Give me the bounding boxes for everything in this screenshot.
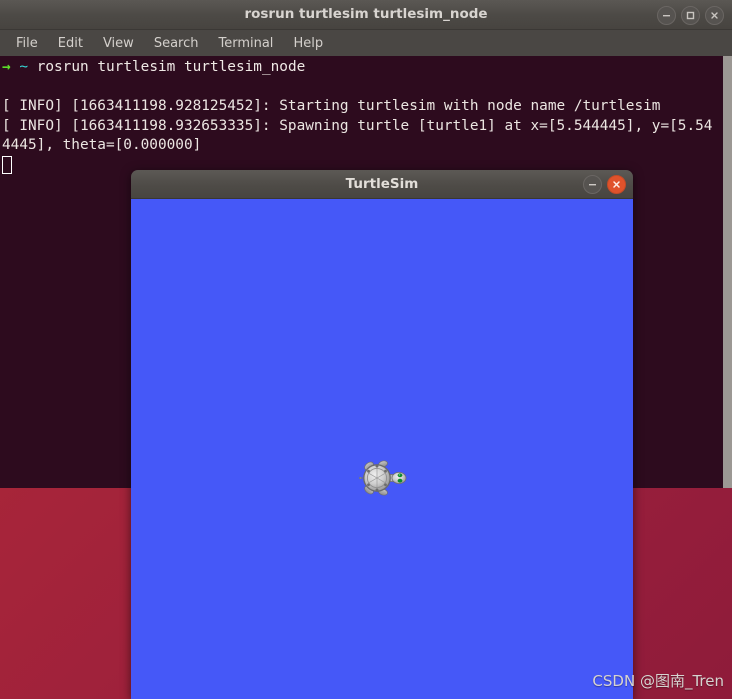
terminal-command: rosrun turtlesim turtlesim_node (36, 59, 306, 75)
minimize-icon[interactable] (583, 175, 602, 194)
terminal-text-content: → ~ rosrun turtlesim turtlesim_node [ IN… (0, 58, 722, 177)
prompt-path: ~ (19, 59, 29, 75)
turtle-sprite (359, 460, 407, 496)
log-line-1: [ INFO] [1663411198.932653335]: Spawning… (2, 117, 713, 154)
terminal-scrollbar[interactable] (723, 56, 732, 488)
close-icon[interactable] (607, 175, 626, 194)
menu-item-help[interactable]: Help (285, 34, 331, 53)
screen-root: rosrun turtlesim turtlesim_node File Edi… (0, 0, 732, 699)
terminal-title: rosrun turtlesim turtlesim_node (244, 6, 488, 22)
close-icon[interactable] (705, 6, 724, 25)
turtlesim-window[interactable]: TurtleSim (131, 170, 633, 699)
terminal-cursor (2, 155, 12, 174)
terminal-window-controls (657, 6, 724, 25)
turtlesim-window-controls (583, 175, 626, 194)
terminal-menubar: File Edit View Search Terminal Help (0, 30, 732, 56)
prompt-arrow-icon: → (2, 59, 11, 75)
menu-item-terminal[interactable]: Terminal (210, 34, 281, 53)
maximize-icon[interactable] (681, 6, 700, 25)
minimize-icon[interactable] (657, 6, 676, 25)
watermark-text: CSDN @图南_Tren (592, 672, 724, 690)
menu-item-search[interactable]: Search (146, 34, 207, 53)
log-line-0: [ INFO] [1663411198.928125452]: Starting… (2, 98, 661, 114)
menu-item-view[interactable]: View (95, 34, 142, 53)
turtlesim-titlebar[interactable]: TurtleSim (131, 170, 633, 199)
menu-item-file[interactable]: File (8, 34, 46, 53)
turtlesim-title: TurtleSim (345, 176, 419, 192)
menu-item-edit[interactable]: Edit (50, 34, 91, 53)
terminal-titlebar[interactable]: rosrun turtlesim turtlesim_node (0, 0, 732, 30)
turtlesim-canvas[interactable] (131, 199, 633, 699)
